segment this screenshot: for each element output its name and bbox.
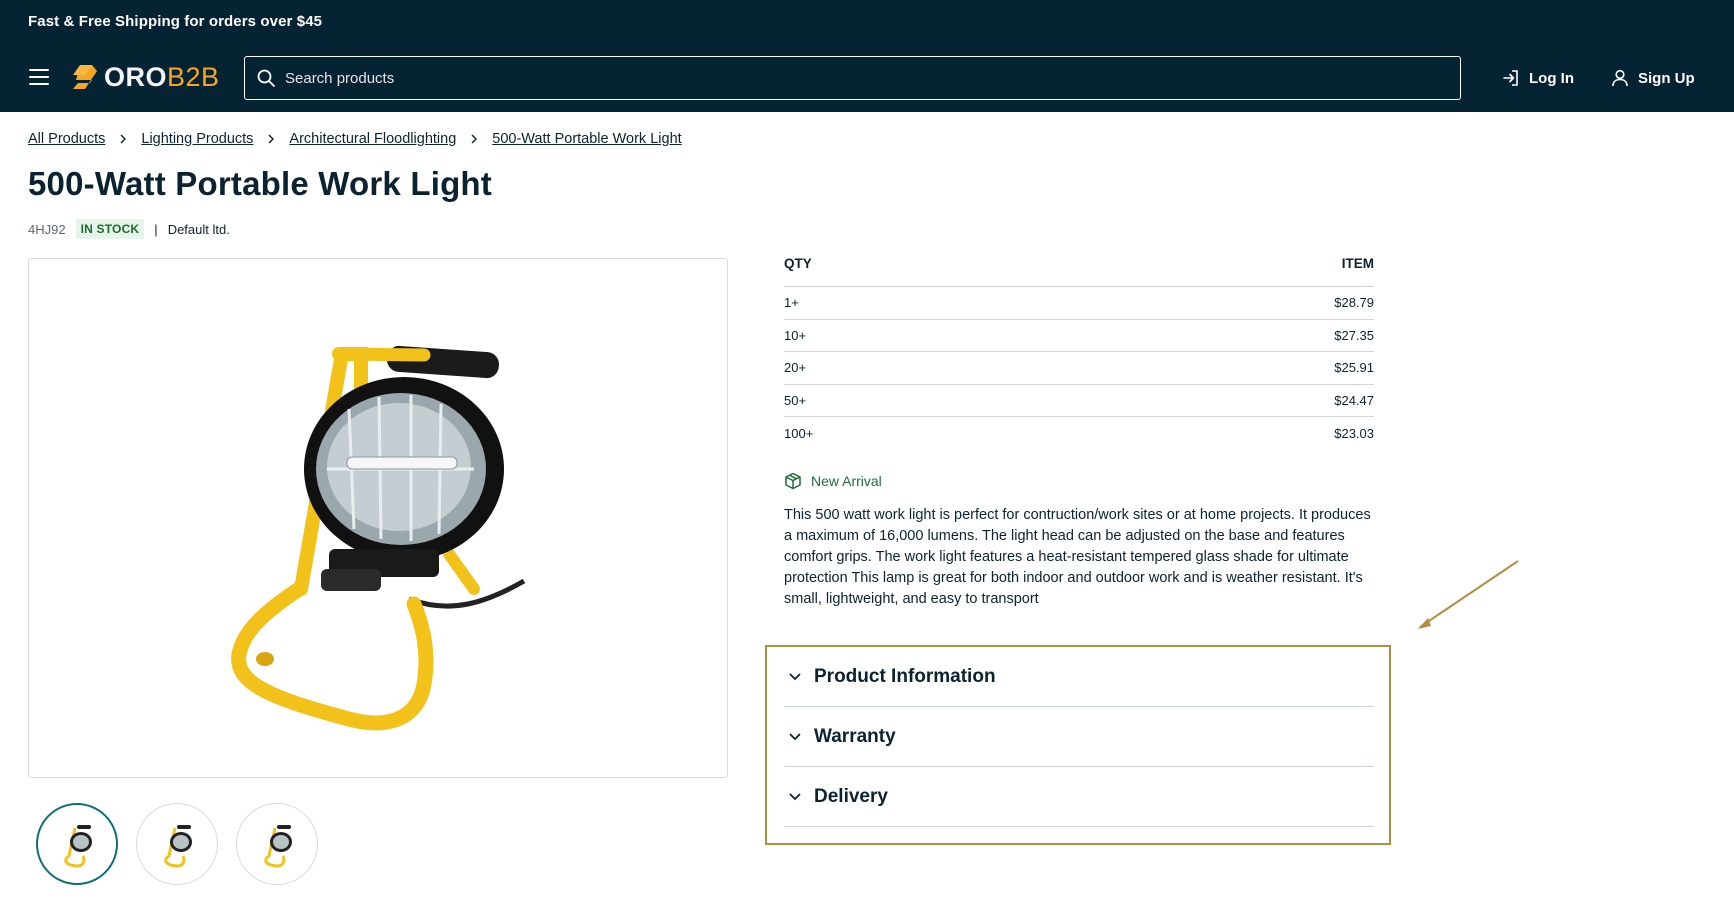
accordion-label: Delivery (814, 785, 888, 807)
chevron-down-icon (789, 673, 801, 680)
chevron-right-icon (268, 134, 275, 144)
login-link[interactable]: Log In (1501, 68, 1574, 88)
price-table: QTY ITEM 1+ $28.79 10+ $27.35 20+ $25.91… (784, 256, 1374, 450)
new-arrival-badge: New Arrival (784, 472, 882, 490)
search-icon[interactable] (256, 68, 276, 88)
product-main-image[interactable] (28, 258, 728, 778)
table-row: 50+ $24.47 (784, 385, 1374, 417)
login-icon (1503, 70, 1518, 86)
accordion-delivery[interactable]: Delivery (784, 767, 1374, 827)
logo[interactable]: OROB2B (70, 62, 220, 92)
work-light-thumbnail-image (264, 825, 292, 868)
qty-cell: 1+ (784, 295, 799, 311)
thumbnail-strip (36, 803, 336, 885)
chevron-down-icon (789, 733, 801, 740)
work-light-image (231, 345, 526, 731)
accordion-label: Warranty (814, 725, 896, 747)
price-cell: $27.35 (1334, 327, 1374, 343)
new-arrival-label: New Arrival (811, 473, 882, 489)
signup-link[interactable]: Sign Up (1610, 68, 1695, 88)
user-icon (1612, 69, 1628, 87)
qty-cell: 10+ (784, 327, 807, 343)
price-cell: $23.03 (1334, 425, 1374, 441)
accordion-product-information[interactable]: Product Information (784, 647, 1374, 707)
site-header: Fast & Free Shipping for orders over $45… (0, 0, 1734, 112)
search-input[interactable] (285, 69, 1435, 87)
menu-icon[interactable] (29, 69, 51, 85)
table-row: 100+ $23.03 (784, 417, 1374, 450)
table-row: 20+ $25.91 (784, 352, 1374, 385)
price-cell: $28.79 (1334, 295, 1374, 311)
search-bar[interactable] (244, 56, 1461, 100)
qty-header: QTY (784, 256, 812, 271)
thumbnail-2[interactable] (136, 803, 218, 885)
page-title: 500-Watt Portable Work Light (28, 165, 492, 202)
item-header: ITEM (1341, 256, 1374, 271)
price-cell: $24.47 (1334, 392, 1374, 408)
chevron-right-icon (120, 134, 127, 144)
work-light-thumbnail-image (164, 825, 192, 868)
signup-label: Sign Up (1638, 69, 1695, 87)
breadcrumb-item-lighting-products[interactable]: Lighting Products (141, 131, 253, 147)
product-accordion: Product Information Warranty Delivery (784, 647, 1374, 827)
product-description: This 500 watt work light is perfect for … (784, 507, 1371, 607)
breadcrumb-item-current-product[interactable]: 500-Watt Portable Work Light (492, 131, 681, 147)
price-cell: $25.91 (1334, 360, 1374, 376)
work-light-thumbnail-image (64, 825, 92, 868)
logo-text-oro: ORO (104, 61, 168, 92)
chevron-right-icon (471, 134, 478, 144)
logo-icon (73, 65, 97, 89)
accordion-warranty[interactable]: Warranty (784, 707, 1374, 767)
qty-cell: 50+ (784, 392, 807, 408)
product-seller: Default ltd. (167, 221, 230, 237)
chevron-down-icon (789, 793, 801, 800)
thumbnail-1[interactable] (36, 803, 118, 885)
accordion-label: Product Information (814, 665, 996, 687)
table-row: 1+ $28.79 (784, 287, 1374, 320)
breadcrumb-item-architectural-floodlighting[interactable]: Architectural Floodlighting (289, 131, 456, 147)
thumbnail-3[interactable] (236, 803, 318, 885)
package-icon (785, 472, 801, 490)
meta-separator: | (154, 221, 158, 237)
product-sku: 4HJ92 (28, 221, 66, 237)
product-meta: 4HJ92 IN STOCK | Default ltd. (28, 219, 230, 239)
breadcrumb: All Products Lighting Products Architect… (28, 131, 682, 147)
stock-badge: IN STOCK (75, 219, 145, 239)
qty-cell: 100+ (784, 425, 814, 441)
table-row: 10+ $27.35 (784, 320, 1374, 352)
qty-cell: 20+ (784, 360, 807, 376)
promo-banner: Fast & Free Shipping for orders over $45 (28, 13, 323, 30)
price-table-header: QTY ITEM (784, 256, 1374, 287)
login-label: Log In (1529, 69, 1574, 87)
logo-text-b2b: B2B (167, 61, 220, 92)
breadcrumb-item-all-products[interactable]: All Products (28, 131, 105, 147)
